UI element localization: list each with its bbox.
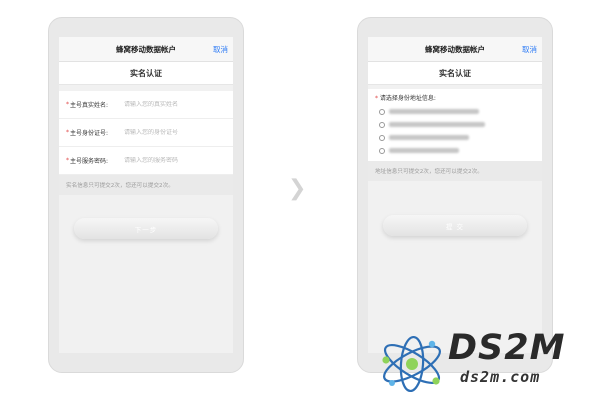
blurred-address-text [389,109,479,114]
id-number-field-row: * 主号身份证号: [59,119,233,147]
page-title: 实名认证 [368,62,542,85]
required-marker: * [66,129,69,136]
blurred-address-text [389,122,485,127]
address-option[interactable] [368,118,542,131]
required-marker: * [66,101,69,108]
verification-form: * 主号真实姓名: * 主号身份证号: * 主号服务密码: [59,91,233,175]
next-step-button[interactable]: 下一步 [74,218,218,239]
phone-screen-right: 蜂窝移动数据帐户 取消 实名认证 * 请选择身份地址信息: 地址信息只可提交2次… [368,37,542,353]
radio-button[interactable] [379,134,385,141]
id-number-input[interactable] [124,129,204,136]
phone-frame-left: 蜂窝移动数据帐户 取消 实名认证 * 主号真实姓名: * 主号身份证号: * 主… [48,17,244,373]
phone-screen-left: 蜂窝移动数据帐户 取消 实名认证 * 主号真实姓名: * 主号身份证号: * 主… [59,37,233,353]
name-field-row: * 主号真实姓名: [59,91,233,119]
radio-button[interactable] [379,108,385,115]
required-marker: * [66,157,69,164]
address-heading: * 请选择身份地址信息: [368,93,542,105]
service-password-field-label: 主号服务密码: [70,158,109,165]
navigation-bar: 蜂窝移动数据帐户 取消 [368,37,542,62]
cancel-button[interactable]: 取消 [213,44,228,55]
address-option[interactable] [368,105,542,118]
watermark-url: ds2m.com [460,368,541,386]
submit-button[interactable]: 提 交 [383,215,527,236]
address-option[interactable] [368,131,542,144]
watermark-logo: DS2M ds2m.com [376,328,591,395]
radio-button[interactable] [379,121,385,128]
chevron-right-icon: ❯ [288,176,307,201]
service-password-field-row: * 主号服务密码: [59,147,233,175]
submission-hint: 实名信息只可提交2次，您还可以提交2次。 [59,175,233,195]
cancel-button[interactable]: 取消 [522,44,537,55]
address-heading-label: 请选择身份地址信息: [379,95,436,102]
name-input[interactable] [124,101,204,108]
page-title: 实名认证 [59,62,233,85]
name-field-label: 主号真实姓名: [70,102,109,109]
atom-logo-icon [382,335,441,393]
service-password-input[interactable] [124,157,204,164]
required-marker: * [375,95,378,102]
radio-button[interactable] [379,147,385,154]
submission-hint: 地址信息只可提交2次，您还可以提交2次。 [368,161,542,181]
nav-title: 蜂窝移动数据帐户 [425,44,485,54]
id-number-field-label: 主号身份证号: [70,130,109,137]
blurred-address-text [389,135,469,140]
blurred-address-text [389,148,459,153]
address-selection: * 请选择身份地址信息: [368,89,542,161]
address-option[interactable] [368,144,542,157]
watermark-brand: DS2M [448,328,566,368]
navigation-bar: 蜂窝移动数据帐户 取消 [59,37,233,62]
nav-title: 蜂窝移动数据帐户 [116,44,176,54]
phone-frame-right: 蜂窝移动数据帐户 取消 实名认证 * 请选择身份地址信息: 地址信息只可提交2次… [357,17,553,373]
